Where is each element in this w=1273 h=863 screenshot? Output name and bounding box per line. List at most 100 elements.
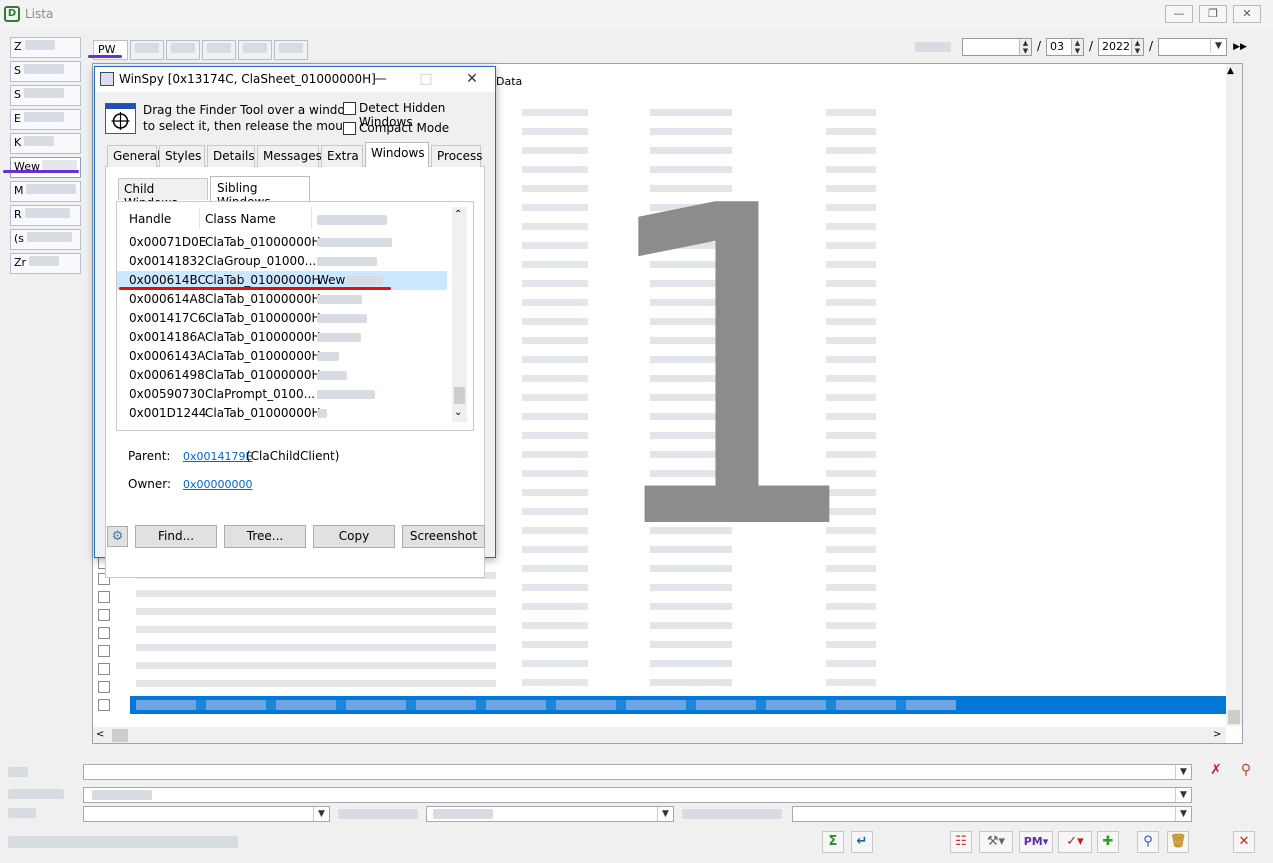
close-icon[interactable]: ✕ [1233, 831, 1255, 853]
list-item[interactable]: 0x00590730 ClaPrompt_0100... [117, 385, 447, 404]
clear-filter-icon[interactable]: ✗ [1205, 762, 1227, 782]
tab-details[interactable]: Details [207, 145, 255, 167]
chevron-down-icon[interactable]: ⌄ [454, 407, 462, 418]
filter-dropdown[interactable]: ▼ [426, 806, 674, 822]
row-checkbox[interactable] [98, 645, 110, 657]
tab[interactable] [238, 40, 272, 60]
list-item[interactable]: 0x0006143A ClaTab_01000000H [117, 347, 447, 366]
check-icon[interactable]: ✓▾ [1058, 831, 1092, 853]
list-item[interactable]: 0x0014186A ClaTab_01000000H [117, 328, 447, 347]
tab-process[interactable]: Process [431, 145, 483, 167]
scroll-thumb[interactable] [112, 729, 128, 742]
left-tab-active[interactable]: Wew [10, 157, 81, 178]
screenshot-button[interactable]: Screenshot [402, 525, 485, 548]
chevron-down-icon[interactable]: ▼ [313, 807, 329, 821]
chevron-down-icon[interactable]: ▼ [1210, 39, 1226, 53]
find-button[interactable]: Find... [135, 525, 217, 548]
list-item[interactable]: 0x00141832 ClaGroup_01000... [117, 252, 447, 271]
tab[interactable] [274, 40, 308, 60]
tab-styles[interactable]: Styles [159, 145, 205, 167]
chevron-down-icon[interactable]: ▼ [1175, 788, 1191, 802]
left-tab[interactable]: Z [10, 37, 81, 58]
filter-dropdown[interactable]: ▼ [792, 806, 1192, 822]
tab-general[interactable]: General [107, 145, 160, 167]
column-header-handle[interactable]: Handle [129, 212, 171, 226]
scroll-thumb[interactable] [1228, 710, 1240, 724]
spin-icon[interactable]: ▲ ▼ [1071, 39, 1083, 55]
chevron-up-icon[interactable]: ⌃ [454, 209, 462, 220]
scroll-thumb[interactable] [454, 387, 465, 404]
tab[interactable] [130, 40, 164, 60]
row-checkbox[interactable] [98, 699, 110, 711]
filter-dropdown[interactable]: ▼ [83, 787, 1192, 803]
month-spinner[interactable]: 03 ▲ ▼ [1046, 38, 1084, 56]
list-item[interactable]: 0x00061498 ClaTab_01000000H [117, 366, 447, 385]
spin-icon[interactable]: ▲ ▼ [1019, 39, 1031, 55]
list-item[interactable]: 0x001417C6 ClaTab_01000000H [117, 309, 447, 328]
minimize-button[interactable]: — [1165, 5, 1193, 23]
row-checkbox[interactable] [98, 681, 110, 693]
list-item[interactable]: 0x000614A8 ClaTab_01000000H [117, 290, 447, 309]
scroll-left-icon[interactable]: < [96, 729, 104, 740]
column-header-data[interactable]: Data [496, 75, 522, 88]
columns-icon[interactable]: ☷ [950, 831, 972, 853]
minimize-icon[interactable]: — [357, 67, 403, 92]
list-item[interactable]: 0x001D1244 ClaTab_01000000H [117, 404, 447, 423]
close-window-button[interactable]: ✕ [1233, 5, 1261, 23]
subtab-sibling-windows[interactable]: Sibling Windows [210, 176, 310, 209]
column-header-text[interactable] [317, 215, 387, 225]
subtab-child-windows[interactable]: Child Windows [118, 178, 208, 210]
left-tab[interactable]: S [10, 85, 81, 106]
left-tab[interactable]: K [10, 133, 81, 154]
settings-gear-icon[interactable]: ⚙ [107, 526, 128, 547]
filter-dropdown[interactable]: ▼ [83, 764, 1192, 780]
vertical-scrollbar[interactable] [1226, 64, 1242, 726]
chevron-down-icon[interactable]: ▼ [657, 807, 673, 821]
finder-tool-icon[interactable] [105, 103, 136, 134]
day-spinner[interactable]: ▲ ▼ [962, 38, 1032, 56]
parent-handle-link[interactable]: 0x0014179E [183, 450, 252, 463]
tab[interactable] [202, 40, 236, 60]
export-icon[interactable]: ↵ [851, 831, 873, 853]
left-tab[interactable]: E [10, 109, 81, 130]
period-dropdown[interactable]: ▼ [1158, 38, 1227, 56]
close-icon[interactable]: ✕ [449, 67, 495, 92]
filter-dropdown[interactable]: ▼ [83, 806, 330, 822]
chevron-down-icon[interactable]: ▼ [1175, 765, 1191, 779]
pm-menu-button[interactable]: PM▾ [1019, 831, 1053, 853]
add-icon[interactable]: ✚ [1097, 831, 1119, 853]
tab-extra[interactable]: Extra [321, 145, 363, 167]
left-tab[interactable]: Zr [10, 253, 81, 274]
sum-icon[interactable]: Σ [822, 831, 844, 853]
tab-windows[interactable]: Windows [365, 142, 429, 167]
copy-button[interactable]: Copy [313, 525, 395, 548]
year-spinner[interactable]: 2022 ▲ ▼ [1098, 38, 1144, 56]
left-tab[interactable]: S [10, 61, 81, 82]
spin-icon[interactable]: ▲ ▼ [1131, 39, 1143, 55]
filter-search-icon[interactable]: ⚲ [1234, 762, 1258, 782]
compact-mode-checkbox[interactable] [343, 122, 356, 135]
row-checkbox[interactable] [98, 591, 110, 603]
tools-icon[interactable]: ⚒▾ [979, 831, 1013, 853]
delete-icon[interactable]: 🗑 [1167, 831, 1189, 853]
search-icon[interactable]: ⚲ [1137, 831, 1159, 853]
row-checkbox[interactable] [98, 627, 110, 639]
detect-hidden-checkbox[interactable] [343, 102, 356, 115]
row-checkbox[interactable] [98, 609, 110, 621]
scroll-up-icon[interactable]: ▲ [1227, 66, 1234, 76]
horizontal-scrollbar[interactable] [93, 727, 1226, 743]
restore-button[interactable]: ❐ [1199, 5, 1227, 23]
left-tab[interactable]: R [10, 205, 81, 226]
list-item[interactable]: 0x00071D0E ClaTab_01000000H [117, 233, 447, 252]
scroll-right-icon[interactable]: > [1213, 729, 1221, 740]
owner-handle-link[interactable]: 0x00000000 [183, 478, 253, 491]
left-tab[interactable]: M [10, 181, 81, 202]
tab[interactable] [166, 40, 200, 60]
row-checkbox[interactable] [98, 663, 110, 675]
fast-forward-icon[interactable]: ▶▶ [1232, 39, 1248, 55]
column-header-class-name[interactable]: Class Name [205, 212, 276, 226]
left-tab[interactable]: (s [10, 229, 81, 250]
chevron-down-icon[interactable]: ▼ [1175, 807, 1191, 821]
tab-messages[interactable]: Messages [257, 145, 322, 167]
tree-button[interactable]: Tree... [224, 525, 306, 548]
